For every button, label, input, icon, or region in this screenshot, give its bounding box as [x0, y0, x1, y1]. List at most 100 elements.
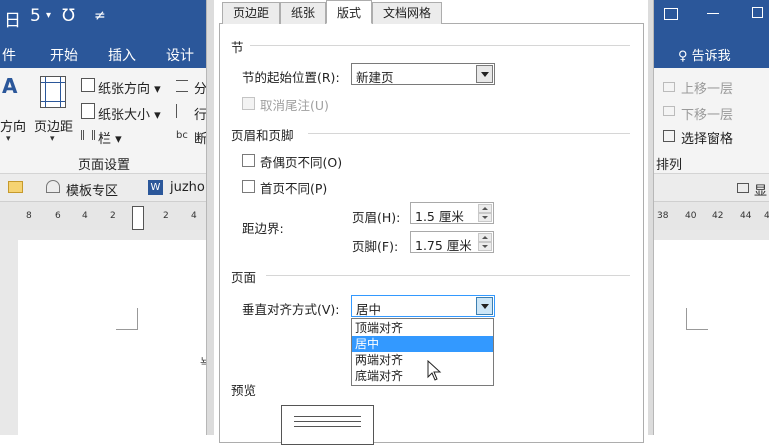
preview-heading: 预览 — [231, 383, 257, 398]
spin-down-icon[interactable] — [478, 213, 492, 222]
text-direction-icon[interactable]: A — [2, 74, 17, 98]
spinner-buttons[interactable] — [478, 204, 492, 222]
margins-caret[interactable]: ▾ — [50, 134, 55, 144]
tab-design[interactable]: 设计 — [166, 45, 194, 65]
vertical-alignment-dropdown: 顶端对齐 居中 两端对齐 底端对齐 — [351, 318, 494, 386]
option-center[interactable]: 居中 — [352, 336, 493, 352]
customize-qat-icon[interactable]: ≠ — [94, 8, 106, 24]
vertical-alignment-label: 垂直对齐方式(V): — [242, 302, 340, 317]
minimize-icon[interactable] — [707, 13, 719, 14]
folder-icon[interactable] — [8, 181, 23, 193]
text-direction-caret[interactable]: ▾ — [6, 134, 11, 144]
first-page-checkbox[interactable] — [242, 180, 255, 193]
tab-layout[interactable]: 版式 — [326, 0, 373, 24]
orientation-button[interactable]: 纸张方向 ▾ — [98, 78, 161, 97]
option-justified[interactable]: 两端对齐 — [352, 352, 493, 368]
tab-document-grid[interactable]: 文档网格 — [372, 2, 443, 24]
suppress-endnotes-checkbox[interactable] — [242, 97, 255, 110]
page-corner-mark — [686, 308, 708, 330]
section-start-label: 节的起始位置(R): — [242, 70, 340, 85]
page-setup-group-label: 页面设置 — [78, 158, 131, 173]
ruler-tick: 44 — [740, 211, 752, 221]
selection-pane-icon — [663, 130, 675, 142]
undo-dropdown-icon[interactable]: ▾ — [46, 10, 51, 21]
section-heading: 节 — [231, 40, 244, 55]
tab-file[interactable]: 件 — [2, 45, 16, 65]
orientation-icon — [81, 78, 95, 92]
tab-home[interactable]: 开始 — [50, 45, 78, 65]
margins-button[interactable]: 页边距 — [34, 116, 73, 135]
odd-even-checkbox[interactable] — [242, 154, 255, 167]
send-backward-button[interactable]: 下移一层 — [681, 104, 733, 123]
breaks-icon — [176, 80, 188, 92]
ruler-tick: 38 — [657, 211, 669, 221]
vertical-alignment-value: 居中 — [356, 302, 382, 317]
text-direction-label[interactable]: 方向 — [0, 116, 26, 135]
footer-distance-value: 1.75 厘米 — [415, 238, 472, 253]
option-top[interactable]: 顶端对齐 — [352, 320, 493, 336]
arrange-group-label: 排列 — [656, 158, 683, 173]
ruler-tick: 6 — [55, 211, 61, 221]
dialog-tabs: 页边距 纸张 版式 文档网格 — [222, 0, 443, 24]
page-corner-mark — [116, 308, 138, 330]
mouse-cursor-icon — [427, 360, 442, 381]
indent-marker[interactable] — [132, 206, 144, 230]
ribbon-display-icon[interactable] — [664, 8, 678, 20]
suppress-endnotes-label: 取消尾注(U) — [260, 98, 329, 113]
home-icon[interactable] — [46, 180, 60, 193]
header-distance-value: 1.5 厘米 — [415, 209, 464, 224]
tab-margins[interactable]: 页边距 — [222, 2, 281, 24]
document-tab[interactable]: juzho — [170, 180, 205, 195]
chevron-down-icon[interactable] — [476, 65, 493, 83]
ruler-tick: 4 — [191, 211, 197, 221]
spinner-buttons[interactable] — [478, 233, 492, 251]
margins-icon[interactable] — [40, 76, 66, 108]
section-divider — [266, 275, 630, 276]
save-icon[interactable]: 日 — [4, 6, 21, 31]
maximize-icon[interactable] — [752, 7, 763, 18]
tab-paper[interactable]: 纸张 — [280, 2, 327, 24]
chevron-down-icon[interactable] — [476, 297, 493, 315]
section-divider — [308, 133, 630, 134]
document-page-right[interactable] — [652, 240, 769, 440]
spin-down-icon[interactable] — [478, 242, 492, 251]
size-button[interactable]: 纸张大小 ▾ — [98, 104, 161, 123]
preview-line — [294, 416, 361, 417]
tab-insert[interactable]: 插入 — [108, 45, 136, 65]
ruler-tick: 4 — [764, 211, 769, 221]
spin-up-icon[interactable] — [478, 204, 492, 213]
first-page-label: 首页不同(P) — [260, 181, 328, 196]
bring-forward-icon — [663, 82, 675, 92]
columns-button[interactable]: 栏 ▾ — [98, 128, 122, 147]
footer-distance-spinner[interactable]: 1.75 厘米 — [410, 231, 494, 253]
word-doc-icon: W — [148, 180, 163, 195]
tell-me-box[interactable]: ♀ 告诉我 — [678, 45, 731, 64]
display-button[interactable]: 显 — [754, 180, 767, 199]
preview-line — [294, 426, 361, 427]
ruler-tick: 2 — [163, 211, 169, 221]
preview-line — [294, 421, 361, 422]
ruler-tick: 4 — [82, 211, 88, 221]
ruler-tick: 40 — [685, 211, 697, 221]
header-distance-spinner[interactable]: 1.5 厘米 — [410, 202, 494, 224]
ruler-tick: 8 — [26, 211, 32, 221]
page-heading: 页面 — [231, 270, 257, 285]
option-bottom[interactable]: 底端对齐 — [352, 368, 493, 384]
preview-thumbnail — [281, 405, 374, 445]
line-numbers-icon — [176, 104, 188, 118]
size-icon — [81, 103, 95, 119]
footer-distance-label: 页脚(F): — [352, 239, 399, 254]
template-zone-tab[interactable]: 模板专区 — [66, 180, 118, 199]
restore-icon[interactable] — [737, 183, 749, 193]
vertical-alignment-select[interactable]: 居中 — [351, 295, 495, 317]
document-page-left[interactable] — [18, 240, 208, 440]
bring-forward-button[interactable]: 上移一层 — [681, 78, 733, 97]
selection-pane-button[interactable]: 选择窗格 — [681, 128, 733, 147]
redo-icon[interactable]: Ʊ — [62, 6, 75, 26]
headers-footers-heading: 页眉和页脚 — [231, 128, 294, 143]
undo-icon[interactable]: 5 — [30, 6, 41, 26]
spin-up-icon[interactable] — [478, 233, 492, 242]
section-start-select[interactable]: 新建页 — [351, 63, 495, 85]
header-distance-label: 页眉(H): — [352, 210, 401, 225]
from-edge-label: 距边界: — [242, 221, 284, 236]
